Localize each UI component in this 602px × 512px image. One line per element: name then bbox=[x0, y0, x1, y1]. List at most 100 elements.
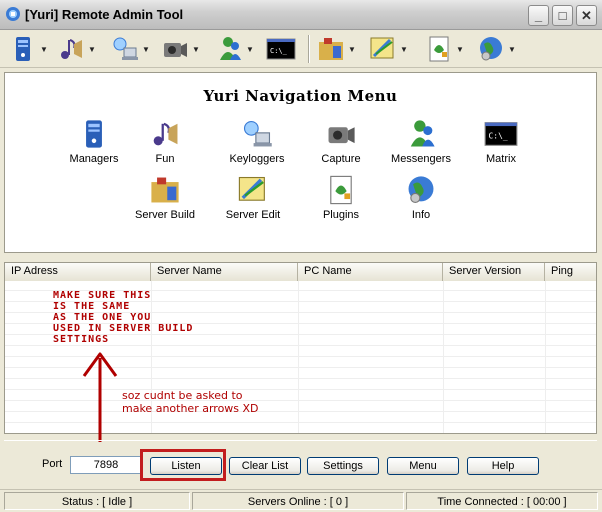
minimize-button[interactable]: _ bbox=[528, 5, 549, 26]
nav-label: Managers bbox=[69, 153, 119, 165]
svg-text:C:\_: C:\_ bbox=[489, 132, 508, 141]
time-connected-text: Time Connected : [ 00:00 ] bbox=[406, 492, 598, 510]
chevron-down-icon[interactable]: ▼ bbox=[348, 45, 358, 54]
annotation-highlight-box bbox=[140, 449, 226, 481]
nav-item-messengers[interactable]: Messengers bbox=[381, 117, 461, 165]
nav-item-server-edit[interactable]: Server Edit bbox=[213, 173, 293, 221]
chevron-down-icon[interactable]: ▼ bbox=[456, 45, 466, 54]
column-header-server-version[interactable]: Server Version bbox=[443, 263, 545, 281]
annotation-line: used in server build bbox=[53, 323, 194, 334]
toolbar-plugins-button[interactable]: ▼ bbox=[424, 33, 466, 65]
toolbar: ▼ ▼ ▼ ▼ ▼ C:\_ ▼ ▼ ▼ ▼ bbox=[0, 30, 602, 68]
annotation-line: make another arrows XD bbox=[122, 402, 259, 415]
toolbar-info-button[interactable]: ▼ bbox=[476, 33, 518, 65]
chevron-down-icon[interactable]: ▼ bbox=[400, 45, 410, 54]
nav-item-info[interactable]: Info bbox=[381, 173, 461, 221]
nav-item-managers[interactable]: Managers bbox=[54, 117, 134, 165]
controls-bar: Port 7898 Listen Clear List Settings Men… bbox=[4, 440, 597, 484]
server-build-icon bbox=[319, 38, 343, 60]
nav-title: Yuri Navigation Menu bbox=[203, 87, 398, 105]
fun-icon bbox=[153, 122, 178, 146]
toolbar-server-build-button[interactable]: ▼ bbox=[316, 33, 358, 65]
annotation-line: soz cudnt be asked to bbox=[122, 389, 243, 402]
title-bar[interactable]: [Yuri] Remote Admin Tool _ □ ✕ bbox=[0, 0, 602, 30]
app-icon bbox=[6, 7, 20, 21]
nav-label: Server Build bbox=[135, 209, 195, 221]
matrix-icon: C:\_ bbox=[266, 38, 296, 60]
chevron-down-icon[interactable]: ▼ bbox=[246, 45, 256, 54]
nav-item-capture[interactable]: Capture bbox=[301, 117, 381, 165]
nav-item-plugins[interactable]: Plugins bbox=[301, 173, 381, 221]
nav-label: Capture bbox=[321, 153, 361, 165]
column-header-ping[interactable]: Ping bbox=[545, 263, 596, 281]
server-edit-icon bbox=[370, 37, 394, 59]
column-header-server-name[interactable]: Server Name bbox=[151, 263, 298, 281]
chevron-down-icon[interactable]: ▼ bbox=[88, 45, 98, 54]
close-button[interactable]: ✕ bbox=[576, 5, 597, 26]
plugins-icon bbox=[429, 36, 449, 62]
nav-label: Server Edit bbox=[225, 209, 281, 221]
nav-label: Keyloggers bbox=[229, 153, 285, 165]
column-header-pc-name[interactable]: PC Name bbox=[298, 263, 443, 281]
list-header: IP Adress Server Name PC Name Server Ver… bbox=[5, 263, 596, 281]
toolbar-server-edit-button[interactable]: ▼ bbox=[368, 33, 410, 65]
toolbar-keyloggers-button[interactable]: ▼ bbox=[110, 33, 152, 65]
nav-label: Messengers bbox=[391, 153, 451, 165]
chevron-down-icon[interactable]: ▼ bbox=[192, 45, 202, 54]
toolbar-fun-button[interactable]: ▼ bbox=[56, 33, 98, 65]
column-header-ip[interactable]: IP Adress bbox=[5, 263, 151, 281]
plugins-icon bbox=[330, 175, 352, 205]
matrix-icon: C:\_ bbox=[484, 122, 518, 146]
toolbar-capture-button[interactable]: ▼ bbox=[160, 33, 202, 65]
port-input[interactable]: 7898 bbox=[70, 456, 142, 474]
annotation-arrow bbox=[82, 352, 118, 442]
annotation-line: Make sure this bbox=[53, 290, 152, 301]
managers-icon bbox=[16, 37, 30, 61]
svg-text:C:\_: C:\_ bbox=[270, 47, 288, 55]
toolbar-messengers-button[interactable]: ▼ bbox=[214, 33, 256, 65]
chevron-down-icon[interactable]: ▼ bbox=[40, 45, 50, 54]
menu-button[interactable]: Menu bbox=[387, 457, 459, 475]
server-build-icon bbox=[151, 177, 179, 203]
keyloggers-icon bbox=[243, 120, 272, 147]
toolbar-separator bbox=[308, 35, 310, 63]
nav-label: Matrix bbox=[486, 153, 516, 165]
status-bar: Status : [ Idle ] Servers Online : [ 0 ]… bbox=[0, 489, 602, 512]
nav-label: Plugins bbox=[322, 209, 360, 221]
help-button[interactable]: Help bbox=[467, 457, 539, 475]
info-icon bbox=[408, 176, 434, 204]
capture-icon bbox=[164, 43, 187, 57]
nav-label: Fun bbox=[155, 153, 175, 165]
servers-online-text: Servers Online : [ 0 ] bbox=[192, 492, 404, 510]
toolbar-managers-button[interactable]: ▼ bbox=[8, 33, 50, 65]
keyloggers-icon bbox=[113, 37, 138, 60]
annotation-line: is the same bbox=[53, 301, 131, 312]
maximize-icon: □ bbox=[558, 8, 567, 23]
annotation-line: settings bbox=[53, 334, 110, 345]
messengers-icon bbox=[410, 120, 435, 147]
chevron-down-icon[interactable]: ▼ bbox=[142, 45, 152, 54]
chevron-down-icon[interactable]: ▼ bbox=[508, 45, 518, 54]
navigation-menu: Yuri Navigation Menu Managers Fun Keylog… bbox=[4, 72, 597, 253]
nav-item-matrix[interactable]: C:\_ Matrix bbox=[461, 117, 541, 165]
annotation-note-1: Make sure this is the same as the one yo… bbox=[53, 290, 193, 345]
maximize-button[interactable]: □ bbox=[552, 5, 573, 26]
nav-item-keyloggers[interactable]: Keyloggers bbox=[217, 117, 297, 165]
nav-item-fun[interactable]: Fun bbox=[125, 117, 205, 165]
toolbar-matrix-button[interactable]: C:\_ bbox=[266, 33, 296, 65]
nav-label: Info bbox=[411, 209, 431, 221]
annotation-line: as the one you bbox=[53, 312, 152, 323]
messengers-icon bbox=[220, 37, 241, 60]
minimize-icon: _ bbox=[534, 8, 543, 23]
status-text: Status : [ Idle ] bbox=[4, 492, 190, 510]
settings-button[interactable]: Settings bbox=[307, 457, 379, 475]
managers-icon bbox=[86, 120, 102, 148]
server-edit-icon bbox=[238, 176, 265, 201]
info-icon bbox=[480, 37, 502, 61]
annotation-note-2: soz cudnt be asked to make another arrow… bbox=[122, 389, 259, 415]
port-label: Port bbox=[42, 458, 63, 470]
capture-icon bbox=[328, 127, 355, 144]
nav-item-server-build[interactable]: Server Build bbox=[125, 173, 205, 221]
close-icon: ✕ bbox=[581, 7, 592, 23]
clear-list-button[interactable]: Clear List bbox=[229, 457, 301, 475]
